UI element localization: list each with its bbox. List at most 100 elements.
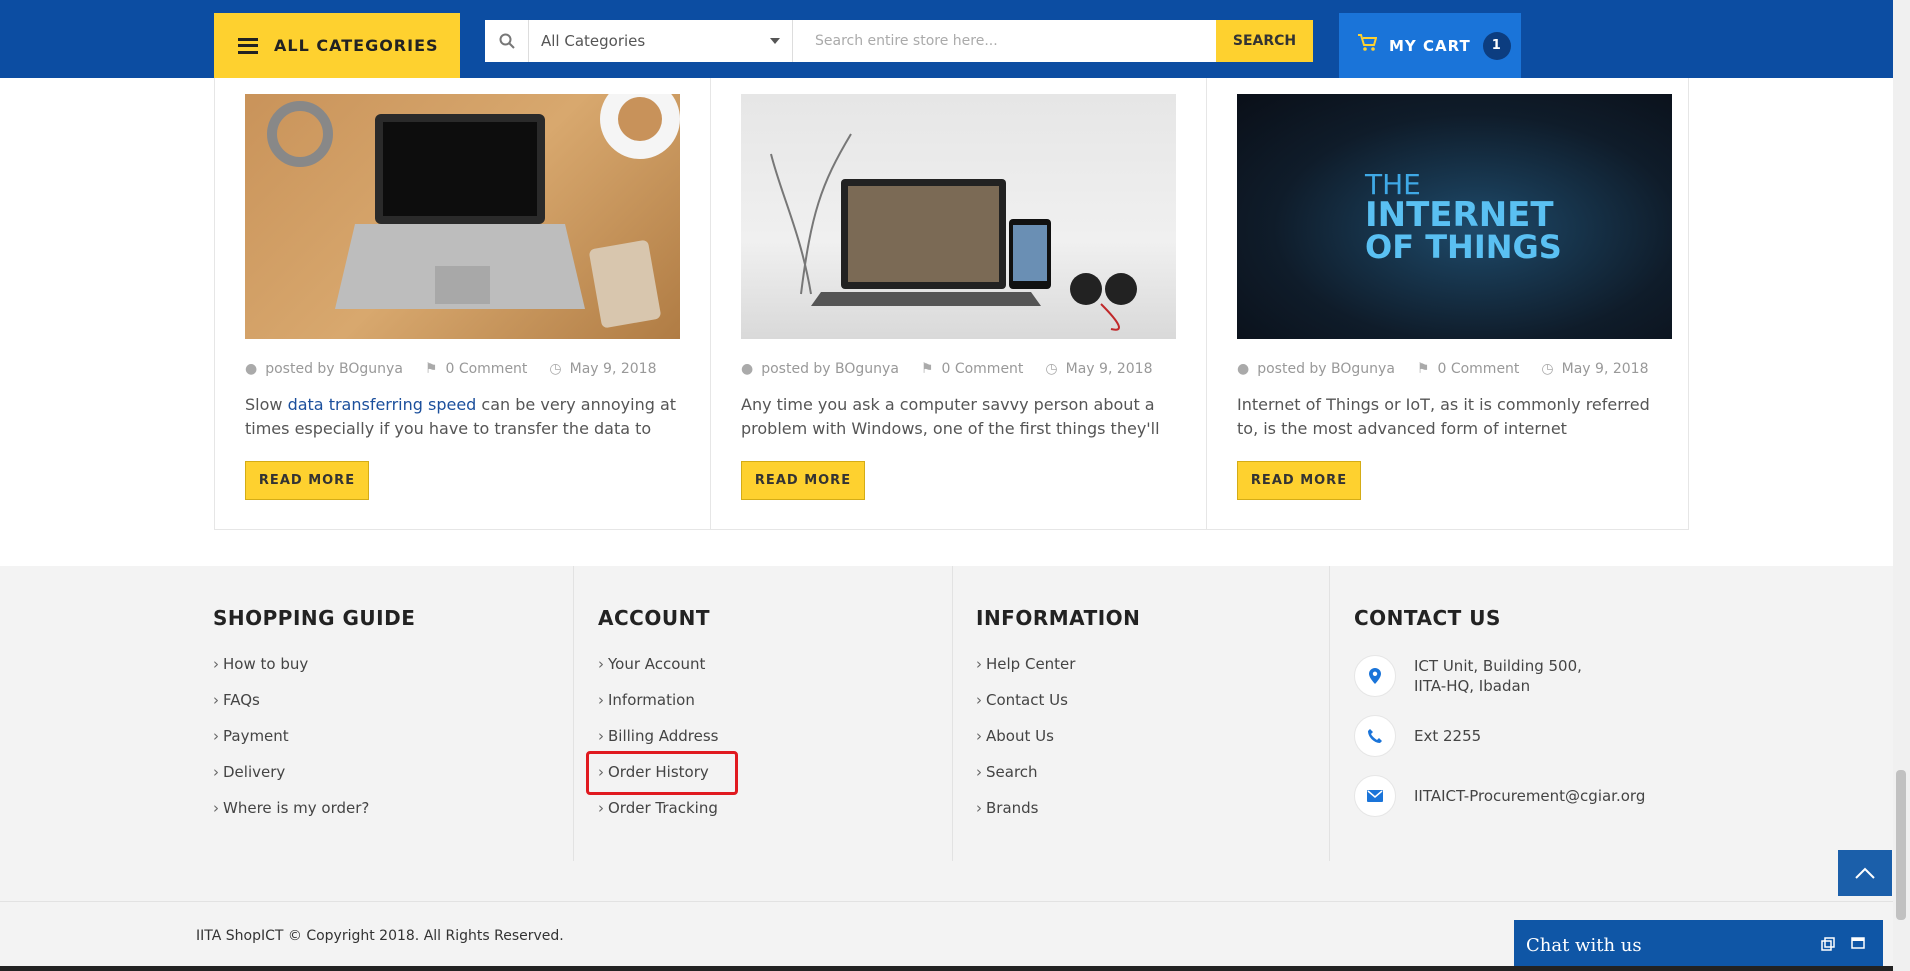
footer-link-label: Billing Address (608, 727, 719, 745)
chevron-right-icon: › (213, 691, 219, 709)
footer-heading: ACCOUNT (598, 606, 710, 630)
footer-link-information[interactable]: › Information (598, 682, 719, 718)
footer-link-label: About Us (986, 727, 1054, 745)
footer-heading: SHOPPING GUIDE (213, 606, 416, 630)
chevron-up-icon (1855, 867, 1875, 879)
footer-link-payment[interactable]: › Payment (213, 718, 415, 754)
excerpt-text: Any time you ask a computer savvy person… (741, 395, 1160, 438)
footer-link-search[interactable]: › Search (976, 754, 1140, 790)
maximize-icon[interactable] (1851, 936, 1865, 955)
footer-divider-horizontal (0, 901, 1893, 902)
footer-link-label: Contact Us (986, 691, 1068, 709)
footer-link-how-to-buy[interactable]: › How to buy (213, 646, 415, 682)
chat-label: Chat with us (1526, 935, 1642, 956)
footer-link-label: Brands (986, 799, 1039, 817)
post-comments[interactable]: 0 Comment (1437, 361, 1519, 377)
footer-link-label: Delivery (223, 763, 286, 781)
footer-link-contact-us[interactable]: › Contact Us (976, 682, 1140, 718)
clock-icon: ◷ (1541, 361, 1554, 377)
footer-link-label: How to buy (223, 655, 309, 673)
chat-widget[interactable]: Chat with us (1514, 920, 1883, 971)
footer-heading: CONTACT US (1354, 606, 1501, 630)
post-comments[interactable]: 0 Comment (445, 361, 527, 377)
read-more-button[interactable]: READ MORE (245, 461, 369, 500)
contact-email: IITAICT-Procurement@cgiar.org (1354, 766, 1645, 826)
contact-address-line: ICT Unit, Building 500, (1414, 657, 1582, 675)
chevron-right-icon: › (213, 655, 219, 673)
blog-posts: ● posted by BOgunya ⚑ 0 Comment ◷ May 9, 20… (214, 78, 1689, 530)
post-comments[interactable]: 0 Comment (941, 361, 1023, 377)
footer-link-faqs[interactable]: › FAQs (213, 682, 415, 718)
scrollbar-thumb[interactable] (1896, 770, 1906, 920)
contact-email-link[interactable]: IITAICT-Procurement@cgiar.org (1414, 787, 1645, 805)
clock-icon: ◷ (1045, 361, 1058, 377)
back-to-top-button[interactable] (1838, 850, 1892, 896)
phone-icon (1354, 715, 1396, 757)
comment-icon: ⚑ (1416, 361, 1430, 377)
footer-divider (952, 566, 953, 861)
search-input[interactable] (793, 20, 1216, 62)
footer-link-where-is-my-order[interactable]: › Where is my order? (213, 790, 415, 826)
footer-link-brands[interactable]: › Brands (976, 790, 1140, 826)
blog-image-laptop-desk[interactable] (245, 94, 680, 339)
post-meta: ● posted by BOgunya ⚑ 0 Comment ◷ May 9, 20… (741, 361, 1176, 377)
comment-icon: ⚑ (424, 361, 438, 377)
contact-address: ICT Unit, Building 500, IITA-HQ, Ibadan (1354, 646, 1645, 706)
footer-link-billing-address[interactable]: › Billing Address (598, 718, 719, 754)
user-icon: ● (245, 361, 258, 377)
search-button[interactable]: SEARCH (1216, 20, 1313, 62)
footer-link-delivery[interactable]: › Delivery (213, 754, 415, 790)
footer-divider (573, 566, 574, 861)
footer-shopping-guide: SHOPPING GUIDE › How to buy › FAQs › Paymen… (213, 606, 415, 826)
blog-card: ● posted by BOgunya ⚑ 0 Comment ◷ May 9, 20… (711, 78, 1207, 529)
post-date: May 9, 2018 (569, 361, 657, 377)
post-author: posted by BOgunya (1257, 361, 1395, 377)
footer-link-about-us[interactable]: › About Us (976, 718, 1140, 754)
category-select[interactable]: All Categories (529, 20, 793, 62)
excerpt-link[interactable]: data transferring speed (288, 395, 477, 414)
post-date: May 9, 2018 (1065, 361, 1153, 377)
all-categories-label: ALL CATEGORIES (274, 36, 439, 55)
blog-image-laptop-tablet[interactable] (741, 94, 1176, 339)
category-select-value: All Categories (541, 32, 646, 50)
comment-icon: ⚑ (920, 361, 934, 377)
popout-icon[interactable] (1821, 936, 1835, 955)
read-more-button[interactable]: READ MORE (741, 461, 865, 500)
footer-link-label: Information (608, 691, 695, 709)
excerpt-text: Slow (245, 395, 288, 414)
clock-icon: ◷ (549, 361, 562, 377)
envelope-icon (1354, 775, 1396, 817)
map-pin-icon (1354, 655, 1396, 697)
post-meta: ● posted by BOgunya ⚑ 0 Comment ◷ May 9, 20… (245, 361, 680, 377)
blog-card: THE INTERNET OF THINGS ● posted by BOguny… (1207, 78, 1702, 529)
chevron-right-icon: › (598, 727, 604, 745)
footer-information: INFORMATION › Help Center › Contact Us › Ab… (976, 606, 1140, 826)
post-excerpt: Slow data transferring speed can be very… (245, 393, 680, 441)
post-meta: ● posted by BOgunya ⚑ 0 Comment ◷ May 9, 20… (1237, 361, 1672, 377)
search-bar: All Categories SEARCH (485, 20, 1313, 62)
blog-card: ● posted by BOgunya ⚑ 0 Comment ◷ May 9, 20… (215, 78, 711, 529)
chevron-right-icon: › (976, 691, 982, 709)
image-title-line: INTERNET (1365, 194, 1554, 235)
chevron-right-icon: › (213, 763, 219, 781)
footer-heading: INFORMATION (976, 606, 1141, 630)
copyright-text: IITA ShopICT © Copyright 2018. All Right… (196, 928, 564, 944)
footer: SHOPPING GUIDE › How to buy › FAQs › Paymen… (0, 566, 1893, 971)
post-author: posted by BOgunya (265, 361, 403, 377)
footer-link-help-center[interactable]: › Help Center (976, 646, 1140, 682)
read-more-button[interactable]: READ MORE (1237, 461, 1361, 500)
cart-count-badge: 1 (1482, 31, 1511, 60)
footer-link-your-account[interactable]: › Your Account (598, 646, 719, 682)
footer-link-label: Payment (223, 727, 289, 745)
all-categories-button[interactable]: ALL CATEGORIES (214, 13, 460, 78)
post-excerpt: Internet of Things or IoT, as it is comm… (1237, 393, 1672, 441)
excerpt-text: Internet of Things or IoT, as it is comm… (1237, 395, 1650, 438)
footer-link-order-tracking[interactable]: › Order Tracking (598, 790, 719, 826)
chevron-right-icon: › (976, 799, 982, 817)
cart-button[interactable]: MY CART 1 (1339, 13, 1521, 78)
chevron-down-icon (770, 38, 780, 44)
blog-image-internet-of-things[interactable]: THE INTERNET OF THINGS (1237, 94, 1672, 339)
user-icon: ● (1237, 361, 1250, 377)
search-icon (485, 20, 529, 62)
chevron-right-icon: › (213, 727, 219, 745)
